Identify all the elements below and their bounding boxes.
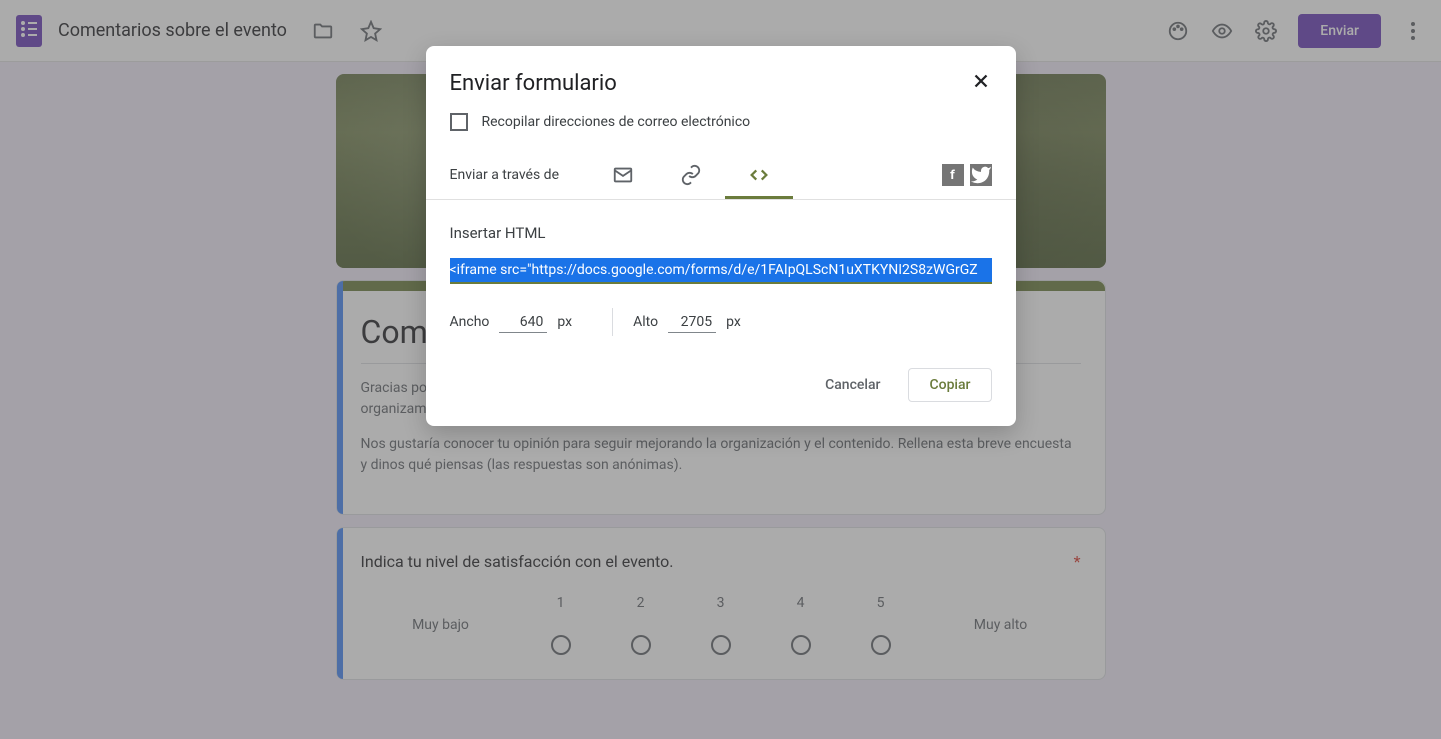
send-via-tabs: Enviar a través de f <box>426 151 1016 200</box>
copy-button[interactable]: Copiar <box>908 368 991 402</box>
embed-code-input[interactable] <box>450 258 992 284</box>
height-unit: px <box>726 314 741 330</box>
send-form-dialog: Enviar formulario Recopilar direcciones … <box>426 46 1016 426</box>
collect-emails-checkbox[interactable] <box>450 113 468 131</box>
tab-embed[interactable] <box>725 151 793 199</box>
embed-section: Insertar HTML <box>426 200 1016 308</box>
dimensions-row: Ancho px Alto px <box>426 308 1016 356</box>
width-label: Ancho <box>450 314 490 330</box>
width-input[interactable] <box>499 312 547 333</box>
tab-link[interactable] <box>657 151 725 199</box>
dialog-actions: Cancelar Copiar <box>426 356 1016 426</box>
width-unit: px <box>557 314 572 330</box>
twitter-icon[interactable] <box>970 164 992 186</box>
tab-email[interactable] <box>589 151 657 199</box>
social-share: f <box>942 164 992 186</box>
dimension-separator <box>612 308 613 336</box>
facebook-icon[interactable]: f <box>942 164 964 186</box>
collect-emails-label: Recopilar direcciones de correo electrón… <box>482 114 751 130</box>
height-input[interactable] <box>668 312 716 333</box>
close-icon[interactable] <box>970 70 992 97</box>
modal-overlay[interactable]: Enviar formulario Recopilar direcciones … <box>0 0 1441 739</box>
send-via-label: Enviar a través de <box>450 167 560 183</box>
dialog-title: Enviar formulario <box>450 71 617 96</box>
embed-label: Insertar HTML <box>450 224 992 242</box>
cancel-button[interactable]: Cancelar <box>813 368 892 402</box>
height-label: Alto <box>633 314 658 330</box>
collect-emails-row: Recopilar direcciones de correo electrón… <box>426 113 1016 151</box>
